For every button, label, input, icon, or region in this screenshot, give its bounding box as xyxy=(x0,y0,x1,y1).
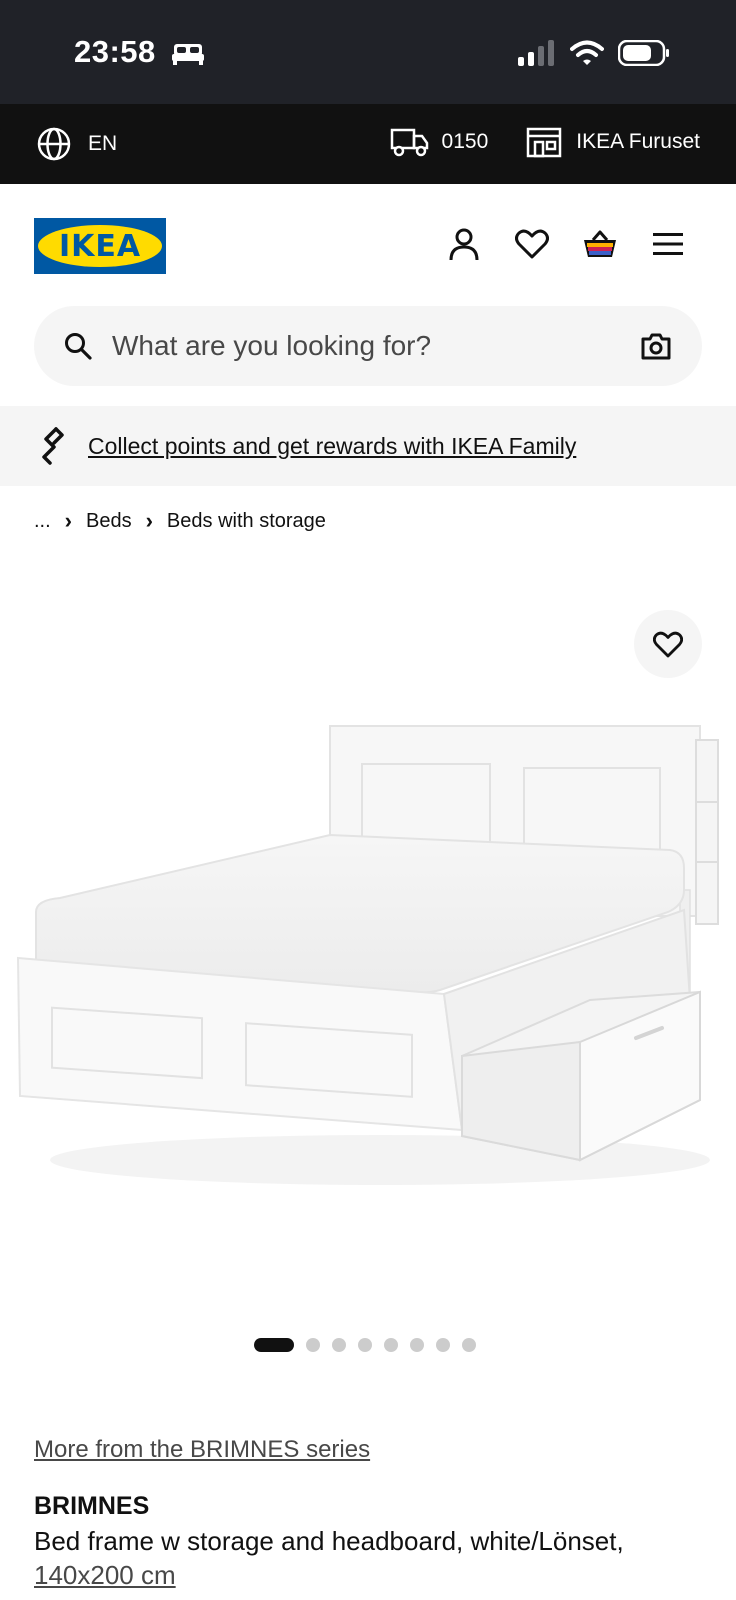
status-bar: 23:58 xyxy=(0,0,736,104)
store-selector[interactable]: IKEA Furuset xyxy=(526,126,700,158)
sleep-focus-icon xyxy=(172,44,204,65)
shopping-bag-icon xyxy=(584,230,616,257)
breadcrumb-item-beds-with-storage[interactable]: Beds with storage xyxy=(167,510,326,533)
store-icon xyxy=(527,127,562,158)
store-label: IKEA Furuset xyxy=(576,130,700,153)
carousel-dot[interactable] xyxy=(436,1338,450,1352)
ikea-family-icon xyxy=(42,427,64,465)
hamburger-menu-icon xyxy=(653,233,683,255)
carousel-dot[interactable] xyxy=(410,1338,424,1352)
image-carousel-indicator xyxy=(254,1338,476,1352)
product-description: Bed frame w storage and headboard, white… xyxy=(34,1524,714,1592)
search-bar[interactable]: What are you looking for? xyxy=(34,306,702,386)
globe-icon xyxy=(37,127,71,161)
status-time: 23:58 xyxy=(74,34,156,69)
carousel-dot[interactable] xyxy=(462,1338,476,1352)
language-selector[interactable]: EN xyxy=(36,126,117,162)
breadcrumb-ellipsis[interactable]: ... xyxy=(34,510,51,533)
add-to-favourites-button[interactable] xyxy=(634,610,702,678)
cellular-signal-icon xyxy=(518,40,554,66)
heart-icon xyxy=(515,229,549,259)
ikea-logo[interactable]: IKEA xyxy=(34,218,166,274)
series-link[interactable]: More from the BRIMNES series xyxy=(34,1436,370,1464)
ikea-family-link[interactable]: Collect points and get rewards with IKEA… xyxy=(88,433,576,460)
cart-button[interactable] xyxy=(582,226,618,262)
carousel-dot[interactable] xyxy=(306,1338,320,1352)
wifi-icon xyxy=(570,40,604,65)
ikea-family-banner[interactable]: Collect points and get rewards with IKEA… xyxy=(0,406,736,486)
language-label: EN xyxy=(88,132,118,155)
favourites-button[interactable] xyxy=(514,226,550,262)
chevron-right-icon: › xyxy=(64,508,72,533)
search-input[interactable]: What are you looking for? xyxy=(112,330,640,362)
delivery-truck-icon xyxy=(390,128,428,157)
battery-icon xyxy=(618,40,669,66)
menu-button[interactable] xyxy=(650,226,686,262)
carousel-dot[interactable] xyxy=(358,1338,372,1352)
site-header: IKEA xyxy=(0,184,736,304)
product-image[interactable] xyxy=(0,560,736,1320)
user-icon xyxy=(449,228,479,261)
utility-bar: EN 0150 IKEA Furuset xyxy=(0,104,736,184)
breadcrumb-item-beds[interactable]: Beds xyxy=(86,510,132,533)
chevron-right-icon: › xyxy=(145,508,153,533)
camera-icon[interactable] xyxy=(640,332,672,360)
carousel-dot[interactable] xyxy=(384,1338,398,1352)
postcode-label: 0150 xyxy=(441,130,489,153)
product-description-text: Bed frame w storage and headboard, white… xyxy=(34,1526,624,1556)
carousel-dot[interactable] xyxy=(254,1338,294,1352)
carousel-dot[interactable] xyxy=(332,1338,346,1352)
product-name: BRIMNES xyxy=(34,1492,150,1520)
breadcrumb: ... › Beds › Beds with storage xyxy=(34,508,326,534)
heart-icon xyxy=(653,631,683,657)
search-icon xyxy=(65,333,92,360)
account-button[interactable] xyxy=(446,226,482,262)
delivery-postcode[interactable]: 0150 xyxy=(390,126,489,158)
logo-text: IKEA xyxy=(58,228,142,264)
product-size-link[interactable]: 140x200 cm xyxy=(34,1560,176,1590)
